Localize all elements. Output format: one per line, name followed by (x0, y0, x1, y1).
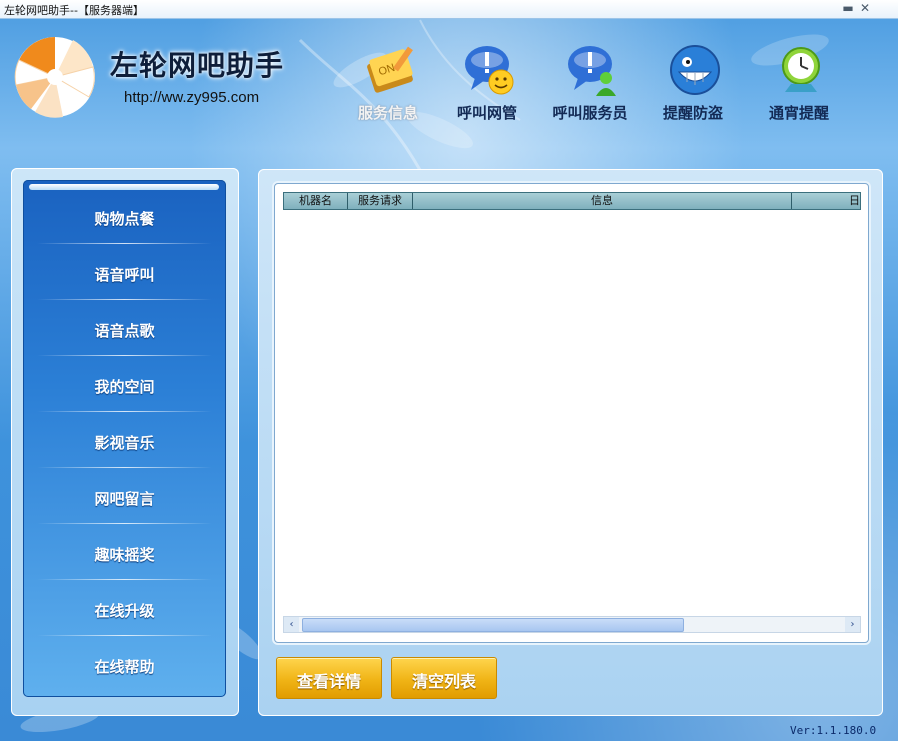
app-logo-icon (14, 37, 95, 118)
title-bar[interactable]: 左轮网吧助手--【服务器端】 ▬ ✕ (0, 0, 898, 19)
sidebar-item-label: 语音点歌 (94, 322, 155, 340)
chat-smiley-icon (465, 46, 514, 95)
scroll-left-icon[interactable]: ‹ (284, 617, 299, 632)
toolbar-label: 呼叫网管 (456, 104, 517, 122)
sidebar-item-help[interactable]: 在线帮助 (23, 636, 226, 692)
sidebar-menu: 购物点餐 语音呼叫 语音点歌 我的空间 影视音乐 网吧留言 趣味摇奖 在线升级 … (23, 180, 226, 697)
sidebar-item-label: 在线帮助 (94, 658, 155, 676)
sidebar-item-label: 语音呼叫 (94, 266, 155, 284)
clear-list-button[interactable]: 清空列表 (391, 657, 497, 699)
scrollbar-thumb[interactable] (302, 618, 684, 632)
app-window: 左轮网吧助手--【服务器端】 ▬ ✕ 左轮网吧助手 http://ww.zy99… (0, 0, 898, 741)
app-name: 左轮网吧助手 (110, 49, 285, 82)
toolbar-label: 呼叫服务员 (552, 104, 628, 122)
chat-user-icon (568, 46, 616, 96)
sidebar-item-my-space[interactable]: 我的空间 (23, 356, 226, 412)
button-label: 清空列表 (411, 672, 476, 691)
view-details-button[interactable]: 查看详情 (276, 657, 382, 699)
sidebar: 购物点餐 语音呼叫 语音点歌 我的空间 影视音乐 网吧留言 趣味摇奖 在线升级 … (11, 168, 239, 716)
sidebar-item-messages[interactable]: 网吧留言 (23, 468, 226, 524)
toolbar-overnight-reminder-button[interactable]: 通宵提醒 (749, 42, 849, 126)
column-header-date[interactable]: 日 (792, 193, 860, 209)
sidebar-item-media[interactable]: 影视音乐 (23, 412, 226, 468)
grinning-face-icon (670, 45, 720, 95)
toolbar-label: 提醒防盗 (662, 104, 723, 122)
column-header-machine[interactable]: 机器名 (284, 193, 348, 209)
toolbar-label: 服务信息 (357, 104, 418, 122)
close-icon[interactable]: ✕ (858, 2, 872, 15)
main-panel: 机器名 服务请求 信息 日 ‹ › 查看详情 清空列表 (258, 169, 883, 716)
table-header: 机器名 服务请求 信息 日 (283, 192, 861, 210)
sidebar-item-label: 我的空间 (94, 378, 155, 396)
sidebar-item-label: 影视音乐 (94, 434, 155, 452)
app-url-link[interactable]: http://ww.zy995.com (124, 89, 259, 106)
version-label: Ver:1.1.180.0 (790, 724, 877, 737)
column-header-info[interactable]: 信息 (413, 193, 792, 209)
sidebar-item-voice-call[interactable]: 语音呼叫 (23, 244, 226, 300)
toolbar-theft-alert-button[interactable]: 提醒防盗 (643, 42, 743, 126)
sidebar-item-label: 趣味摇奖 (94, 546, 155, 564)
service-request-list[interactable]: 机器名 服务请求 信息 日 ‹ › (274, 183, 869, 643)
toolbar-call-admin-button[interactable]: 呼叫网管 (437, 42, 537, 126)
minimize-icon[interactable]: ▬ (841, 2, 855, 15)
sidebar-item-label: 购物点餐 (94, 210, 155, 228)
scroll-right-icon[interactable]: › (845, 617, 860, 632)
button-label: 查看详情 (296, 672, 361, 691)
notepad-on-icon: ON (367, 46, 413, 93)
alarm-clock-icon (782, 47, 820, 92)
column-header-request[interactable]: 服务请求 (348, 193, 413, 209)
toolbar-label: 通宵提醒 (768, 104, 829, 122)
sidebar-item-lottery[interactable]: 趣味摇奖 (23, 524, 226, 580)
sidebar-item-label: 网吧留言 (94, 490, 155, 508)
sidebar-item-shopping[interactable]: 购物点餐 (23, 188, 226, 244)
toolbar-call-waiter-button[interactable]: 呼叫服务员 (540, 42, 640, 126)
window-title: 左轮网吧助手--【服务器端】 (4, 4, 144, 17)
sidebar-item-label: 在线升级 (94, 602, 155, 620)
horizontal-scrollbar[interactable]: ‹ › (283, 616, 861, 633)
sidebar-item-update[interactable]: 在线升级 (23, 580, 226, 636)
sidebar-item-song-request[interactable]: 语音点歌 (23, 300, 226, 356)
toolbar-service-info-button[interactable]: ON 服务信息 (338, 42, 438, 126)
